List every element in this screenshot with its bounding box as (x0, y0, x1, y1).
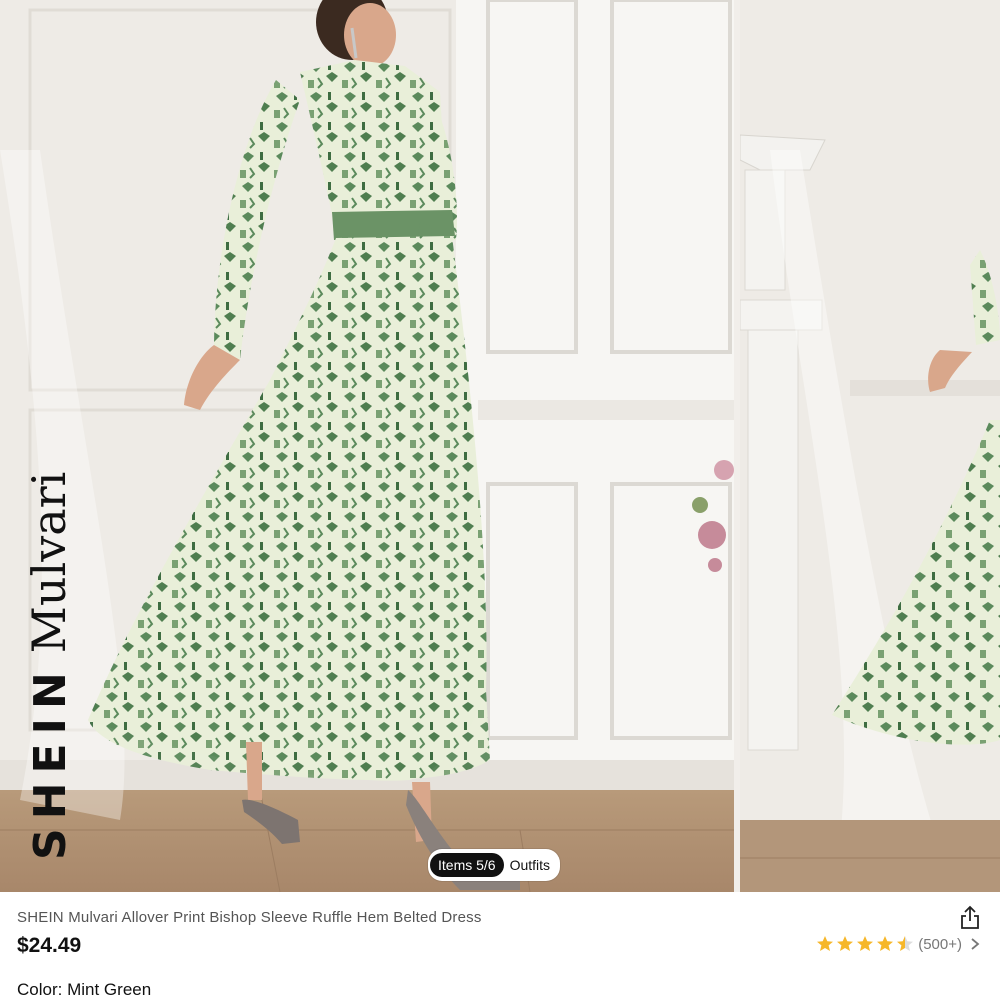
color-label: Color: (17, 980, 63, 999)
rating-stars (816, 935, 916, 953)
product-title: SHEIN Mulvari Allover Print Bishop Sleev… (17, 909, 482, 926)
color-value: Mint Green (67, 980, 152, 999)
items-outfits-toggle[interactable]: Items 5/6 Outfits (428, 849, 561, 881)
star-icon (897, 936, 914, 951)
star-icon (857, 936, 874, 951)
rating-summary[interactable]: (500+) (816, 935, 980, 953)
product-price: $24.49 (17, 934, 82, 957)
dress-photo-illustration (0, 0, 734, 892)
review-count: (500+) (918, 935, 962, 953)
star-icon (877, 936, 894, 951)
brand-logo: SHEIN Mulvari (22, 472, 76, 860)
brand-wordmark: SHEIN (25, 663, 76, 860)
product-photo-main[interactable]: SHEIN Mulvari Items 5/6 Outfits (0, 0, 734, 892)
chevron-right-icon (971, 938, 980, 950)
product-photo-next[interactable] (740, 0, 1000, 892)
star-icon (817, 936, 834, 951)
share-icon (961, 905, 979, 929)
selected-color: Color: Mint Green (17, 980, 151, 1000)
items-counter-tab[interactable]: Items 5/6 (430, 853, 504, 877)
product-image-gallery[interactable]: SHEIN Mulvari Items 5/6 Outfits (0, 0, 1000, 892)
star-icon (837, 936, 854, 951)
outfits-tab[interactable]: Outfits (504, 853, 558, 877)
share-button[interactable] (958, 905, 982, 931)
dress-photo-next-illustration (740, 0, 1000, 892)
brand-sub-label: Mulvari (22, 471, 76, 654)
